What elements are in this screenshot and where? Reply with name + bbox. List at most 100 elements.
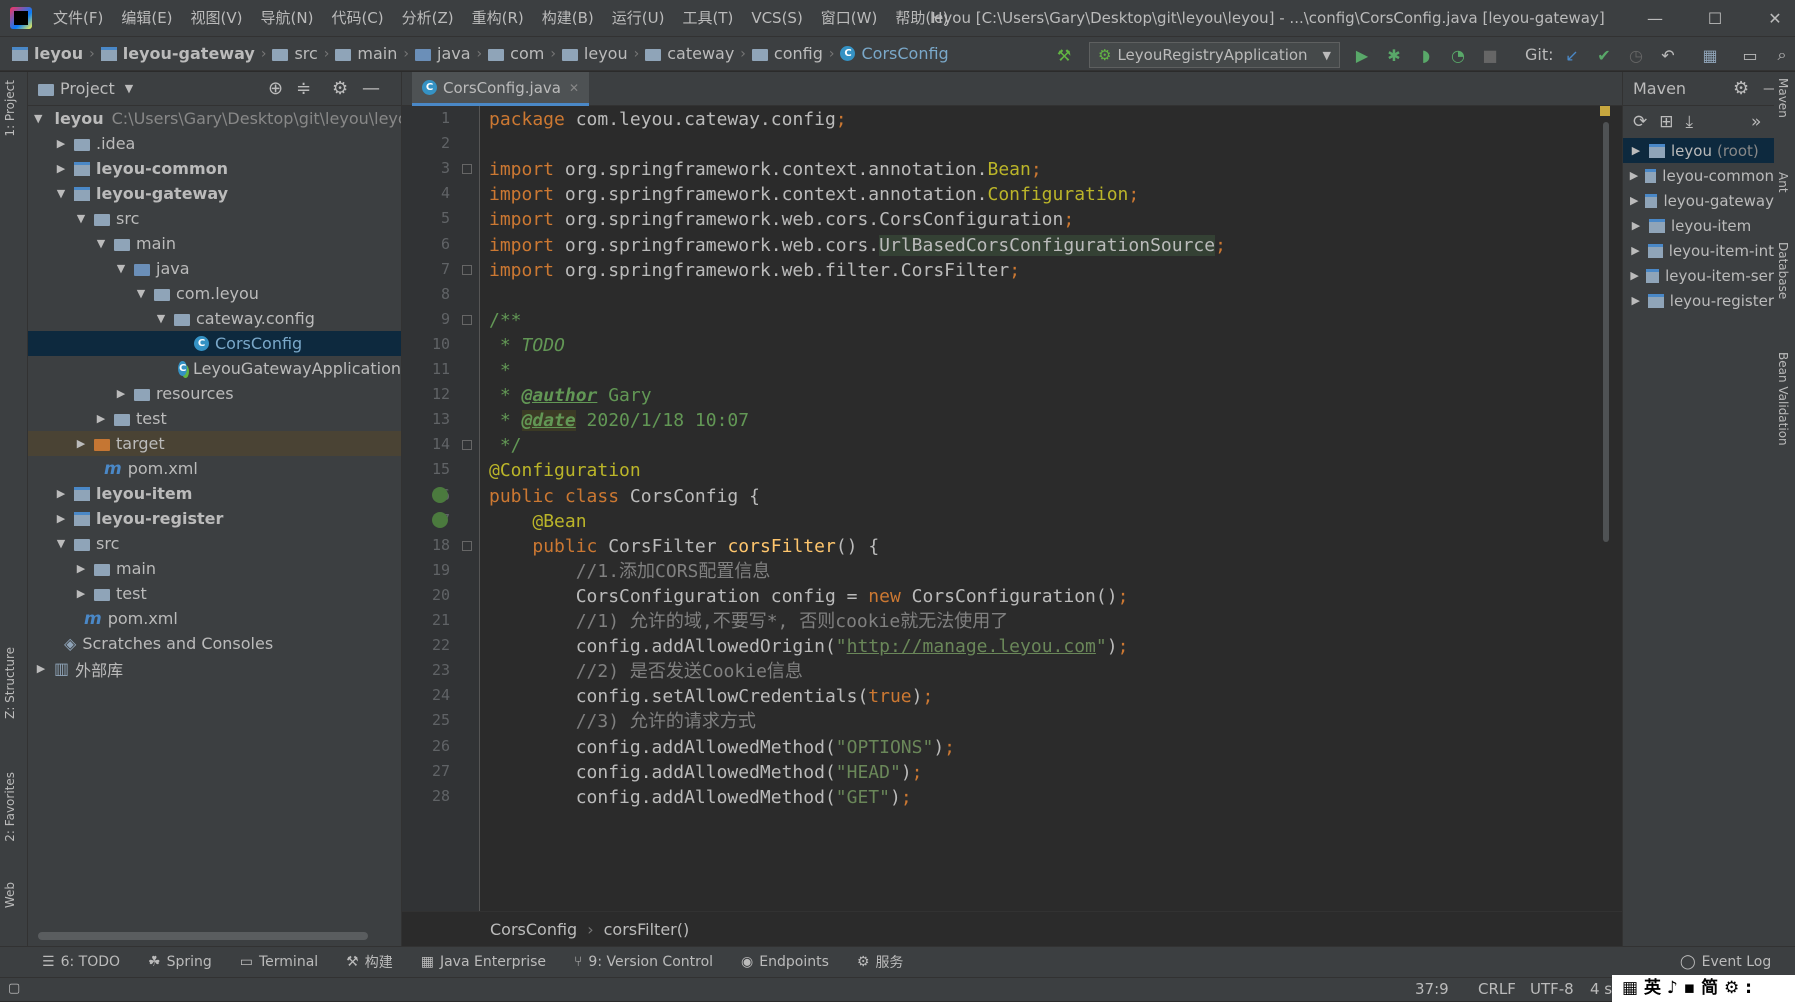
expand-arrow-icon[interactable]: ▼ <box>54 537 68 550</box>
maven-project[interactable]: ▶ leyou-item-int <box>1623 238 1774 263</box>
expand-arrow-icon[interactable]: ▶ <box>1629 219 1643 232</box>
tree-node[interactable]: ▼ leyou C:\Users\Gary\Desktop\git\leyou\le… <box>28 106 401 131</box>
run-configuration-select[interactable]: ⚙ LeyouRegistryApplication ▼ <box>1089 42 1340 68</box>
search-everywhere-icon[interactable]: ⌕ <box>1772 45 1792 65</box>
debug-icon[interactable]: ✱ <box>1384 45 1404 65</box>
collapse-all-icon[interactable]: ≑ <box>296 78 311 99</box>
breadcrumb-method[interactable]: corsFilter() <box>604 920 690 939</box>
nav-crumb[interactable]: main <box>335 44 397 63</box>
expand-arrow-icon[interactable]: ▼ <box>54 187 68 200</box>
git-commit-icon[interactable]: ✔ <box>1594 45 1614 65</box>
expand-arrow-icon[interactable]: ▼ <box>134 287 148 300</box>
expand-arrow-icon[interactable]: ▶ <box>54 137 68 150</box>
maven-project[interactable]: ▶ leyou-common <box>1623 163 1774 188</box>
code-editor[interactable]: package com.leyou.cateway.config; import … <box>489 106 1609 911</box>
menu-item-8[interactable]: 运行(U) <box>603 0 674 36</box>
tree-node[interactable]: ▶ target <box>28 431 401 456</box>
cursor-position[interactable]: 37:9 <box>1415 980 1449 998</box>
menu-item-2[interactable]: 视图(V) <box>182 0 252 36</box>
menu-item-10[interactable]: VCS(S) <box>742 0 811 36</box>
tree-node[interactable]: ▼ cateway.config <box>28 306 401 331</box>
breadcrumb-class[interactable]: CorsConfig <box>490 920 577 939</box>
nav-crumb[interactable]: config <box>751 44 823 63</box>
layout-toggle-icon[interactable]: ▢ <box>8 981 20 996</box>
expand-arrow-icon[interactable]: ▼ <box>34 112 42 125</box>
tab-database[interactable]: Database <box>1776 242 1790 299</box>
git-update-icon[interactable]: ↙ <box>1562 45 1582 65</box>
tree-node[interactable]: ▶ leyou-register <box>28 506 401 531</box>
todo-tool-button[interactable]: ☰ 6: TODO <box>42 952 120 972</box>
menu-item-11[interactable]: 窗口(W) <box>812 0 887 36</box>
tree-node[interactable]: ▶ leyou-item <box>28 481 401 506</box>
tab-web[interactable]: Web <box>3 882 17 908</box>
git-rollback-icon[interactable]: ↶ <box>1658 45 1678 65</box>
expand-arrow-icon[interactable]: ▶ <box>54 512 68 525</box>
maven-project[interactable]: ▶ leyou-item-ser <box>1623 263 1774 288</box>
tree-node[interactable]: C CorsConfig <box>28 331 401 356</box>
fold-marker-icon[interactable] <box>462 440 472 450</box>
add-maven-project-icon[interactable]: ⊞ <box>1659 112 1673 132</box>
nav-crumb[interactable]: leyou <box>561 44 628 63</box>
tree-node[interactable]: ▼ src <box>28 531 401 556</box>
menu-item-6[interactable]: 重构(R) <box>463 0 533 36</box>
tree-node[interactable]: ▶ test <box>28 581 401 606</box>
tab-bean-validation[interactable]: Bean Validation <box>1776 352 1790 446</box>
expand-arrow-icon[interactable]: ▶ <box>1629 169 1639 182</box>
tab-maven[interactable]: Maven <box>1776 78 1790 118</box>
expand-arrow-icon[interactable]: ▶ <box>1629 144 1643 157</box>
tree-node[interactable]: ▶ ▥ 外部库 <box>28 656 401 681</box>
tree-node[interactable]: ▶ test <box>28 406 401 431</box>
nav-crumb[interactable]: C CorsConfig <box>840 44 949 63</box>
chevron-down-icon[interactable]: ▼ <box>125 82 133 95</box>
tree-node[interactable]: ▶ resources <box>28 381 401 406</box>
tab-structure[interactable]: Z: Structure <box>3 647 17 719</box>
expand-arrow-icon[interactable]: ▶ <box>34 662 48 675</box>
services-tool-button[interactable]: ⚙ 服务 <box>857 952 904 972</box>
warning-marker-icon[interactable] <box>1600 106 1610 116</box>
tree-node[interactable]: ▼ java <box>28 256 401 281</box>
maven-project[interactable]: ▶ leyou-item <box>1623 213 1774 238</box>
menu-item-1[interactable]: 编辑(E) <box>112 0 181 36</box>
fold-marker-icon[interactable] <box>462 164 472 174</box>
expand-arrow-icon[interactable]: ▶ <box>74 587 88 600</box>
tree-node[interactable]: ▼ src <box>28 206 401 231</box>
fold-marker-icon[interactable] <box>462 265 472 275</box>
nav-crumb[interactable]: leyou <box>12 44 83 63</box>
stop-icon[interactable]: ■ <box>1480 45 1500 65</box>
tree-node[interactable]: ▼ com.leyou <box>28 281 401 306</box>
ime-toolbar[interactable]: ▦ 英 ♪ ▪ 简 ⚙ : <box>1612 975 1795 1002</box>
tree-node[interactable]: ▼ leyou-gateway <box>28 181 401 206</box>
gear-icon[interactable]: ⚙ <box>332 78 348 99</box>
tab-project[interactable]: 1: Project <box>3 80 17 137</box>
expand-arrow-icon[interactable]: ▶ <box>74 562 88 575</box>
minimize-button[interactable]: — <box>1625 0 1685 36</box>
download-icon[interactable]: ⤓ <box>1686 112 1694 132</box>
maven-project[interactable]: ▶ leyou-register <box>1623 288 1774 313</box>
run-icon[interactable]: ▶ <box>1352 45 1372 65</box>
tree-node[interactable]: m pom.xml <box>28 456 401 481</box>
expand-arrow-icon[interactable]: ▶ <box>114 387 128 400</box>
tab-favorites[interactable]: 2: Favorites <box>3 772 17 842</box>
project-view-selector[interactable]: Project <box>60 79 115 98</box>
tree-node[interactable]: ▶ leyou-common <box>28 156 401 181</box>
terminal-tool-button[interactable]: ▭ Terminal <box>240 952 318 972</box>
build-tool-button[interactable]: ⚒ 构建 <box>346 952 393 972</box>
menu-item-9[interactable]: 工具(T) <box>673 0 742 36</box>
tree-node[interactable]: C LeyouGatewayApplication <box>28 356 401 381</box>
expand-arrow-icon[interactable]: ▶ <box>1629 194 1639 207</box>
expand-arrow-icon[interactable]: ▶ <box>1629 244 1642 257</box>
tab-corsconfig-java[interactable]: C CorsConfig.java ✕ <box>412 72 590 106</box>
expand-arrow-icon[interactable]: ▼ <box>114 262 128 275</box>
file-encoding[interactable]: UTF-8 <box>1530 980 1574 998</box>
fold-marker-icon[interactable] <box>462 541 472 551</box>
tree-node[interactable]: ▶ main <box>28 556 401 581</box>
terminal-toolbar-icon[interactable]: ▭ <box>1740 45 1760 65</box>
spring-bean-gutter-icon[interactable] <box>432 512 448 528</box>
maven-project[interactable]: ▶ leyou-gateway <box>1623 188 1774 213</box>
more-icon[interactable]: » <box>1751 112 1761 132</box>
version-control-tool-button[interactable]: ⑂ 9: Version Control <box>574 952 713 972</box>
profile-icon[interactable]: ◔ <box>1448 45 1468 65</box>
editor-scrollbar[interactable] <box>1600 106 1610 911</box>
java-enterprise-tool-button[interactable]: ▦ Java Enterprise <box>421 952 546 972</box>
expand-arrow-icon[interactable]: ▶ <box>1629 269 1640 282</box>
